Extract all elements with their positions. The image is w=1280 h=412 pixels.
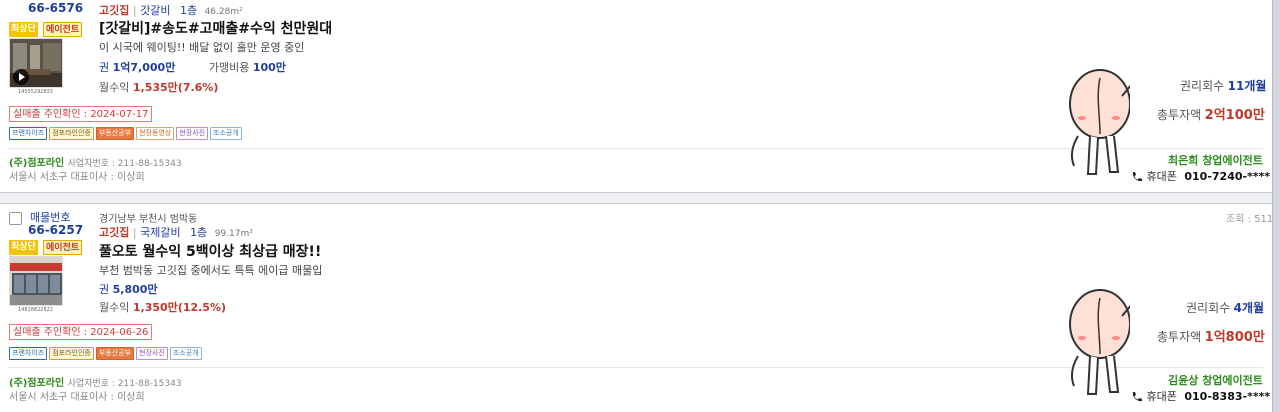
premium-value: 5,800만 <box>112 283 158 296</box>
tag: 프랜차이즈 <box>9 347 48 360</box>
rights-label: 권리회수 <box>1180 79 1225 93</box>
card-separator <box>0 193 1272 203</box>
listing-thumbnail[interactable] <box>9 38 63 88</box>
listing-area: 99.17m² <box>214 229 253 239</box>
scrollbar[interactable] <box>1272 0 1280 412</box>
listing-description: 이 시국에 웨이팅!! 배달 없이 홀만 운영 중인 <box>99 41 305 54</box>
verify-badge: 실매출 주인확인 : 2024-06-26 <box>9 324 153 340</box>
peach-mascot <box>1060 56 1133 186</box>
monthly-value: 1,535만(7.6%) <box>132 81 219 94</box>
listing-floor: 1층 <box>190 226 208 239</box>
listing-floor: 1층 <box>179 4 198 17</box>
invest-value: 2억100만 <box>1204 108 1265 123</box>
franchise-label: 가맹비용 <box>208 61 250 74</box>
listing-description: 부천 범박동 고깃집 중에서도 특특 에이급 매물입 <box>99 264 323 277</box>
tag: 현장동영상 <box>136 127 175 140</box>
agent-name[interactable]: 최은희 창업에이전트 <box>1168 152 1263 168</box>
rights-value: 11개월 <box>1227 79 1267 93</box>
phone-label: 휴대폰 <box>1146 390 1177 403</box>
tag: 조소공개 <box>210 127 242 140</box>
premium-value: 1억7,000만 <box>112 61 176 74</box>
listing-subcategory: 국제갈비 <box>140 226 181 239</box>
listing-title[interactable]: 풀오토 월수익 5백이상 최상급 매장!! <box>99 241 321 261</box>
tag: 점포라인인증 <box>49 347 94 360</box>
tag: 조소공개 <box>169 347 202 360</box>
listing-category: 고깃집 <box>99 226 130 239</box>
listing-category: 고깃집 <box>99 4 130 17</box>
thumbnail-code: 14818822822 <box>18 307 53 313</box>
phone-number[interactable]: 010-8383-**** <box>1184 390 1270 403</box>
verify-badge: 실매출 주인확인 : 2024-07-17 <box>9 106 153 122</box>
tag: 현장사진 <box>176 127 209 140</box>
tag: 부동산공부 <box>95 127 135 140</box>
peach-mascot <box>1060 276 1133 406</box>
invest-value: 1억800만 <box>1204 330 1265 345</box>
tag: 점포라인인증 <box>49 127 94 140</box>
thumbnail-code: 14555292833 <box>18 89 53 95</box>
listing-subcategory: 갓갈비 <box>140 4 171 17</box>
agent-name[interactable]: 김윤상 창업에이전트 <box>1168 372 1263 388</box>
phone-number[interactable]: 010-7240-**** <box>1184 170 1270 183</box>
franchise-value: 100만 <box>252 61 286 74</box>
listing-location: 경기남부 부천시 범박동 <box>99 214 198 225</box>
view-count: 조회 : 511 <box>1226 214 1274 225</box>
tag: 프랜차이즈 <box>9 127 48 140</box>
invest-label: 총투자액 <box>1157 108 1202 122</box>
tag-row: 프랜차이즈 점포라인인증 부동산공부 현장동영상 현장사진 조소공개 <box>9 127 242 140</box>
monthly-value: 1,350만(12.5%) <box>132 301 227 314</box>
company-address: 서울시 서초구 대표이사 : 이상희 <box>9 392 145 403</box>
listing-code: 66-6257 <box>28 223 84 237</box>
top-badge: 최상단 <box>9 22 38 37</box>
phone-icon <box>1131 391 1143 403</box>
tag: 부동산공부 <box>95 347 135 360</box>
listing-card-1[interactable]: 66-6576 고깃집 | 갓갈비 1층 46.28m² 최상단 에이전트 14… <box>0 0 1272 193</box>
monthly-label: 월수익 <box>99 81 130 94</box>
tag: 현장사진 <box>136 347 168 360</box>
restaurant-photo <box>10 257 62 305</box>
divider: | <box>132 226 141 239</box>
premium-label: 권 <box>99 283 110 296</box>
listing-area: 46.28m² <box>204 7 243 17</box>
phone-icon <box>1131 171 1143 183</box>
tag-row: 프랜차이즈 점포라인인증 부동산공부 현장사진 조소공개 <box>9 347 202 360</box>
phone-label: 휴대폰 <box>1146 170 1177 183</box>
company-address: 서울시 서초구 대표이사 : 이상희 <box>9 172 145 183</box>
play-icon[interactable] <box>13 69 29 85</box>
select-checkbox[interactable] <box>9 212 22 225</box>
rights-value: 4개월 <box>1233 301 1265 315</box>
listing-card-2[interactable]: 매물번호 66-6257 경기남부 부천시 범박동 고깃집 | 국제갈비 1층 … <box>0 203 1274 412</box>
monthly-label: 월수익 <box>99 301 130 314</box>
top-badge: 최상단 <box>9 240 38 255</box>
divider: | <box>132 4 141 17</box>
rights-label: 권리회수 <box>1186 301 1231 315</box>
listing-thumbnail[interactable] <box>9 256 63 306</box>
agent-badge: 에이전트 <box>43 240 83 255</box>
invest-label: 총투자액 <box>1157 330 1202 344</box>
premium-label: 권 <box>99 61 110 74</box>
listing-code: 66-6576 <box>28 1 84 15</box>
listing-title[interactable]: [갓갈비]#송도#고매출#수익 천만원대 <box>99 18 332 38</box>
agent-badge: 에이전트 <box>43 22 83 37</box>
